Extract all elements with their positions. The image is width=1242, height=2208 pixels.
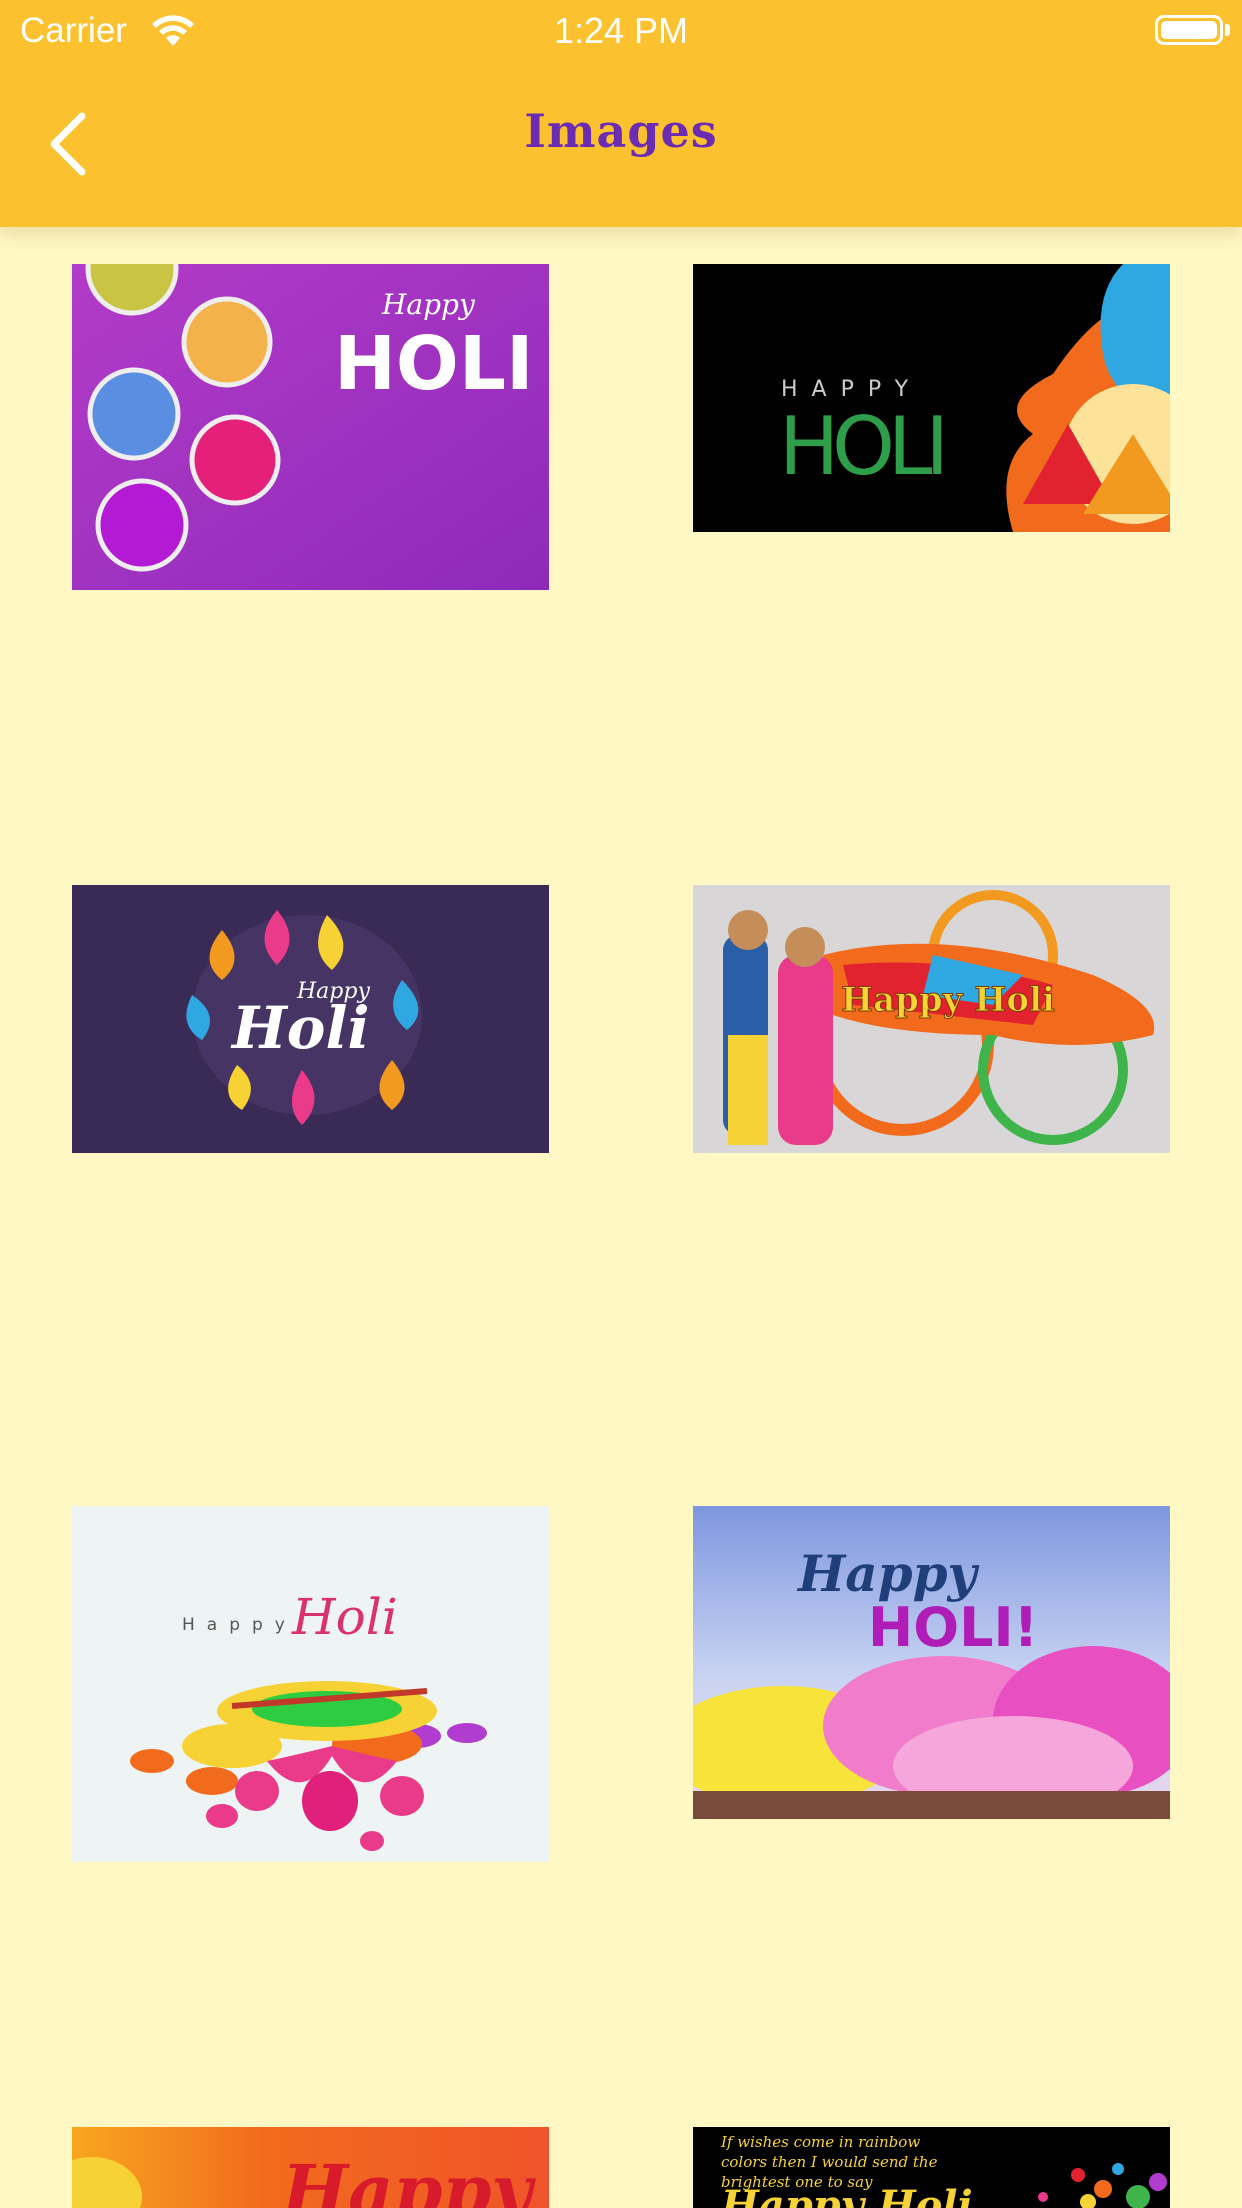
tile-small-text: Happy (182, 1615, 297, 1635)
tile-big-text: Happy Holi (720, 2182, 973, 2208)
image-tile[interactable]: Happy Holi (72, 1506, 549, 1862)
holi-image: Happy Holi (693, 885, 1170, 1153)
image-tile[interactable]: Happy Holi (693, 885, 1170, 1153)
image-tile[interactable]: HAPPY HOLI (693, 264, 1170, 532)
tile-big-text: Happy (280, 2149, 536, 2208)
tile-big-text: Holi (291, 1588, 398, 1646)
tile-big-text: HOLI (334, 321, 534, 407)
holi-image: HAPPY HOLI (693, 264, 1170, 532)
nav-bar: Carrier 1:24 PM Images (0, 0, 1242, 227)
holi-image: Happy Holi (72, 885, 549, 1153)
tile-small-text: Happy (381, 288, 476, 321)
tile-text-line: colors then I would send the (721, 2153, 938, 2171)
holi-image: Happy (72, 2127, 549, 2208)
image-tile[interactable]: Happy HOLI! (693, 1506, 1170, 1819)
tile-small-text: Happy (796, 1544, 980, 1603)
image-tile[interactable]: If wishes come in rainbow colors then I … (693, 2127, 1170, 2208)
tile-big-text: HOLI (779, 400, 949, 493)
tile-text: Happy Holi (841, 980, 1055, 1020)
holi-image: Happy HOLI (72, 264, 549, 590)
image-tile[interactable]: Happy HOLI (72, 264, 549, 590)
image-tile[interactable]: Happy (72, 2127, 549, 2208)
holi-image: Happy HOLI! (693, 1506, 1170, 1819)
page-title: Images (524, 104, 718, 158)
tile-text-line: If wishes come in rainbow (720, 2133, 920, 2151)
holi-image: If wishes come in rainbow colors then I … (693, 2127, 1170, 2208)
tile-big-text: HOLI! (868, 1596, 1038, 1659)
battery-icon (1155, 15, 1223, 45)
holi-image: Happy Holi (72, 1506, 549, 1862)
status-bar: Carrier 1:24 PM (0, 0, 1242, 62)
image-tile[interactable]: Happy Holi (72, 885, 549, 1153)
clock: 1:24 PM (553, 10, 689, 51)
tile-big-text: Holi (230, 994, 370, 1062)
tile-small-text: HAPPY (781, 377, 922, 402)
